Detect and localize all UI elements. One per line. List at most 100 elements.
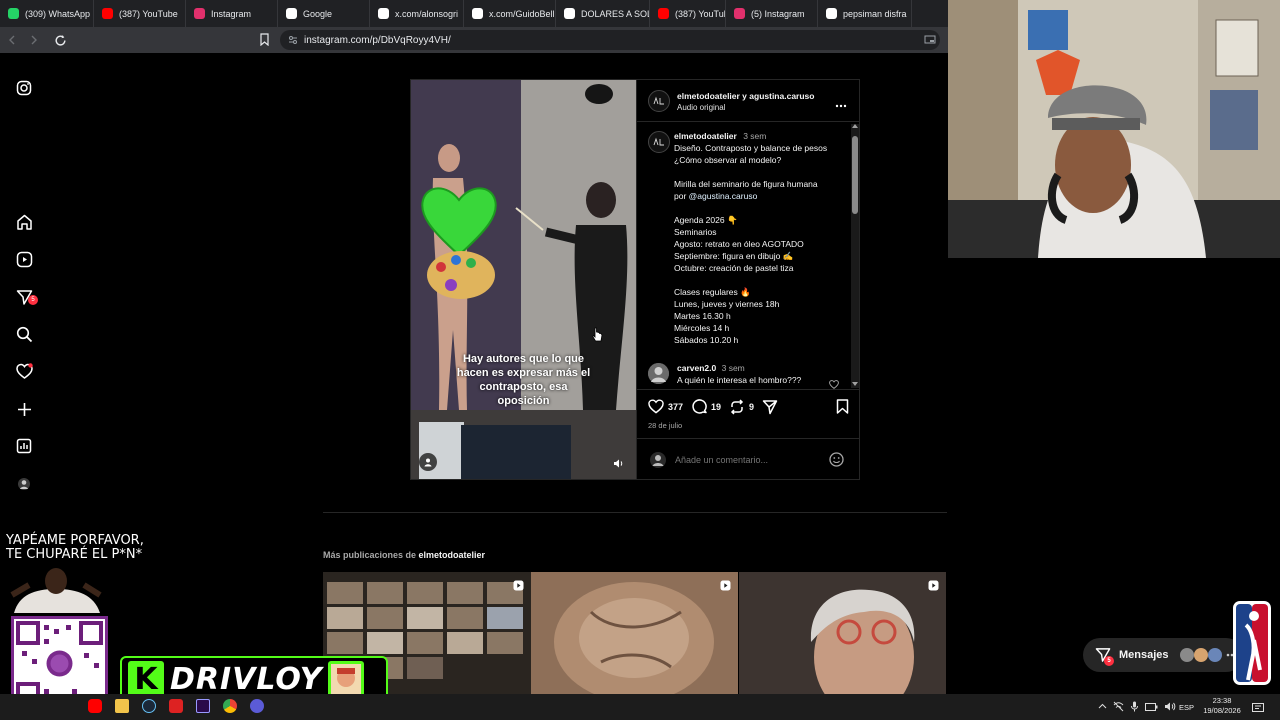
caption-time[interactable]: 3 sem bbox=[743, 131, 766, 141]
scroll-thumb[interactable] bbox=[852, 136, 858, 214]
reel-icon bbox=[928, 578, 939, 596]
save-icon[interactable] bbox=[836, 399, 849, 419]
browser-tab[interactable]: (387) YouTube bbox=[94, 0, 186, 27]
profile-avatar-icon[interactable] bbox=[14, 474, 34, 494]
tray-mic-icon[interactable] bbox=[1130, 701, 1139, 712]
messages-pill[interactable]: 5 Mensajes bbox=[1083, 638, 1243, 672]
comments-scrollbar[interactable] bbox=[851, 124, 859, 388]
caption-line: por @agustina.caruso bbox=[674, 190, 852, 202]
messages-label: Mensajes bbox=[1119, 649, 1169, 661]
like-icon[interactable] bbox=[648, 399, 664, 419]
browser-tab[interactable]: (309) WhatsApp bbox=[0, 0, 94, 27]
taskbar-apps bbox=[88, 699, 264, 713]
browser-tab[interactable]: DOLARES A SOL bbox=[556, 0, 650, 27]
browser-tab[interactable]: x.com/alonsogri bbox=[370, 0, 464, 27]
comment-username[interactable]: carven2.0 bbox=[677, 363, 716, 373]
caption-line: Octubre: creación de pastel tiza bbox=[674, 263, 794, 273]
comment-header: carven2.0 3 sem bbox=[677, 362, 745, 374]
current-user-avatar bbox=[650, 452, 666, 473]
browser-tab-label: (387) YouTube bbox=[675, 8, 725, 19]
repost-count[interactable]: 9 bbox=[749, 402, 754, 412]
cast-icon[interactable] bbox=[924, 35, 936, 48]
browser-tab[interactable]: pepsiman disfra bbox=[818, 0, 912, 27]
commenter-avatar[interactable] bbox=[648, 363, 669, 384]
share-icon[interactable] bbox=[762, 399, 778, 420]
system-tray bbox=[1098, 701, 1176, 712]
chrome-taskbar-icon[interactable] bbox=[223, 699, 237, 713]
caption-line: Lunes, jueves y viernes 18h bbox=[674, 299, 780, 309]
home-icon[interactable] bbox=[14, 212, 34, 232]
tray-battery-icon[interactable] bbox=[1145, 702, 1158, 712]
clock[interactable]: 23:38 19/08/2026 bbox=[1200, 696, 1244, 716]
more-post-thumbnail[interactable] bbox=[739, 572, 946, 694]
author-line[interactable]: elmetodoatelier y agustina.caruso bbox=[677, 90, 814, 102]
browser-tab[interactable]: Google bbox=[278, 0, 370, 27]
volume-icon[interactable] bbox=[613, 456, 624, 474]
scroll-down-arrow[interactable] bbox=[852, 382, 858, 386]
reels-icon[interactable] bbox=[14, 249, 34, 269]
reload-icon[interactable] bbox=[50, 30, 70, 50]
premiere-icon[interactable] bbox=[196, 699, 210, 713]
add-comment-input[interactable] bbox=[675, 452, 815, 468]
back-icon[interactable] bbox=[2, 30, 22, 50]
obs-icon[interactable] bbox=[169, 699, 183, 713]
comment-like-icon[interactable] bbox=[829, 376, 839, 394]
yape-line-1: YAPÉAME PORFAVOR, bbox=[6, 533, 144, 548]
tray-chevron-icon[interactable] bbox=[1098, 702, 1107, 711]
more-posts-user[interactable]: elmetodoatelier bbox=[419, 550, 486, 560]
x-icon bbox=[472, 8, 483, 19]
app-taskbar-icon[interactable] bbox=[250, 699, 264, 713]
post-video[interactable]: Hay autores que lo que hacen es expresar… bbox=[411, 80, 636, 479]
steam-icon[interactable] bbox=[142, 699, 156, 713]
browser-tab[interactable]: (5) Instagram bbox=[726, 0, 818, 27]
tray-network-off-icon[interactable] bbox=[1113, 701, 1124, 712]
comment-icon[interactable] bbox=[692, 399, 708, 420]
tray-speaker-icon[interactable] bbox=[1164, 701, 1176, 712]
notifications-heart-icon[interactable] bbox=[14, 361, 34, 381]
comment-time: 3 sem bbox=[721, 363, 745, 373]
insights-icon[interactable] bbox=[14, 436, 34, 456]
emoji-icon[interactable] bbox=[829, 452, 844, 472]
author-avatar[interactable] bbox=[648, 90, 670, 112]
repost-icon[interactable] bbox=[729, 399, 745, 420]
notification-center-icon[interactable] bbox=[1252, 701, 1264, 719]
address-bar[interactable]: instagram.com/p/DbVqRoyy4VH/ bbox=[280, 30, 940, 50]
browser-tab[interactable]: x.com/GuidoBell bbox=[464, 0, 556, 27]
section-divider bbox=[323, 512, 947, 513]
browser-tab[interactable]: (387) YouTube bbox=[650, 0, 726, 27]
video-user-tag-icon[interactable] bbox=[419, 453, 437, 471]
more-options-icon[interactable] bbox=[835, 95, 847, 113]
post-card: Hay autores que lo que hacen es expresar… bbox=[410, 79, 860, 480]
caption-text: por bbox=[674, 191, 689, 201]
caption-avatar[interactable] bbox=[648, 131, 670, 153]
file-explorer-icon[interactable] bbox=[115, 699, 129, 713]
audio-label[interactable]: Audio original bbox=[677, 102, 725, 114]
mention-link[interactable]: @agustina.caruso bbox=[689, 191, 758, 201]
whatsapp-icon bbox=[8, 8, 19, 19]
more-posts-heading: Más publicaciones de elmetodoatelier bbox=[323, 550, 485, 560]
bookmark-icon[interactable] bbox=[259, 33, 270, 51]
browser-tab-label: pepsiman disfra bbox=[843, 8, 907, 19]
comment-count[interactable]: 19 bbox=[711, 402, 721, 412]
reel-icon bbox=[720, 578, 731, 596]
browser-tab[interactable]: Instagram bbox=[186, 0, 278, 27]
more-post-thumbnail[interactable] bbox=[531, 572, 738, 694]
youtube-app-icon[interactable] bbox=[88, 699, 102, 713]
browser-tab-label: Google bbox=[303, 8, 333, 19]
caption-username[interactable]: elmetodoatelier bbox=[674, 131, 737, 141]
yape-figure-image bbox=[4, 565, 108, 613]
direct-messages-icon[interactable]: 5 bbox=[14, 287, 38, 307]
scroll-up-arrow[interactable] bbox=[852, 124, 858, 128]
post-date[interactable]: 28 de julio bbox=[648, 421, 682, 430]
comment-input-divider bbox=[637, 438, 859, 439]
site-settings-icon[interactable] bbox=[288, 35, 298, 48]
forward-icon[interactable] bbox=[24, 30, 44, 50]
browser-tab-label: (387) YouTube bbox=[119, 8, 178, 19]
create-plus-icon[interactable] bbox=[14, 399, 34, 419]
search-icon[interactable] bbox=[14, 324, 34, 344]
keyboard-language[interactable]: ESP bbox=[1179, 703, 1194, 712]
instagram-logo-icon[interactable] bbox=[14, 78, 34, 98]
like-count[interactable]: 377 bbox=[668, 402, 683, 412]
mouse-cursor-icon bbox=[592, 327, 603, 347]
caption-line: Agosto: retrato en óleo AGOTADO bbox=[674, 239, 804, 249]
